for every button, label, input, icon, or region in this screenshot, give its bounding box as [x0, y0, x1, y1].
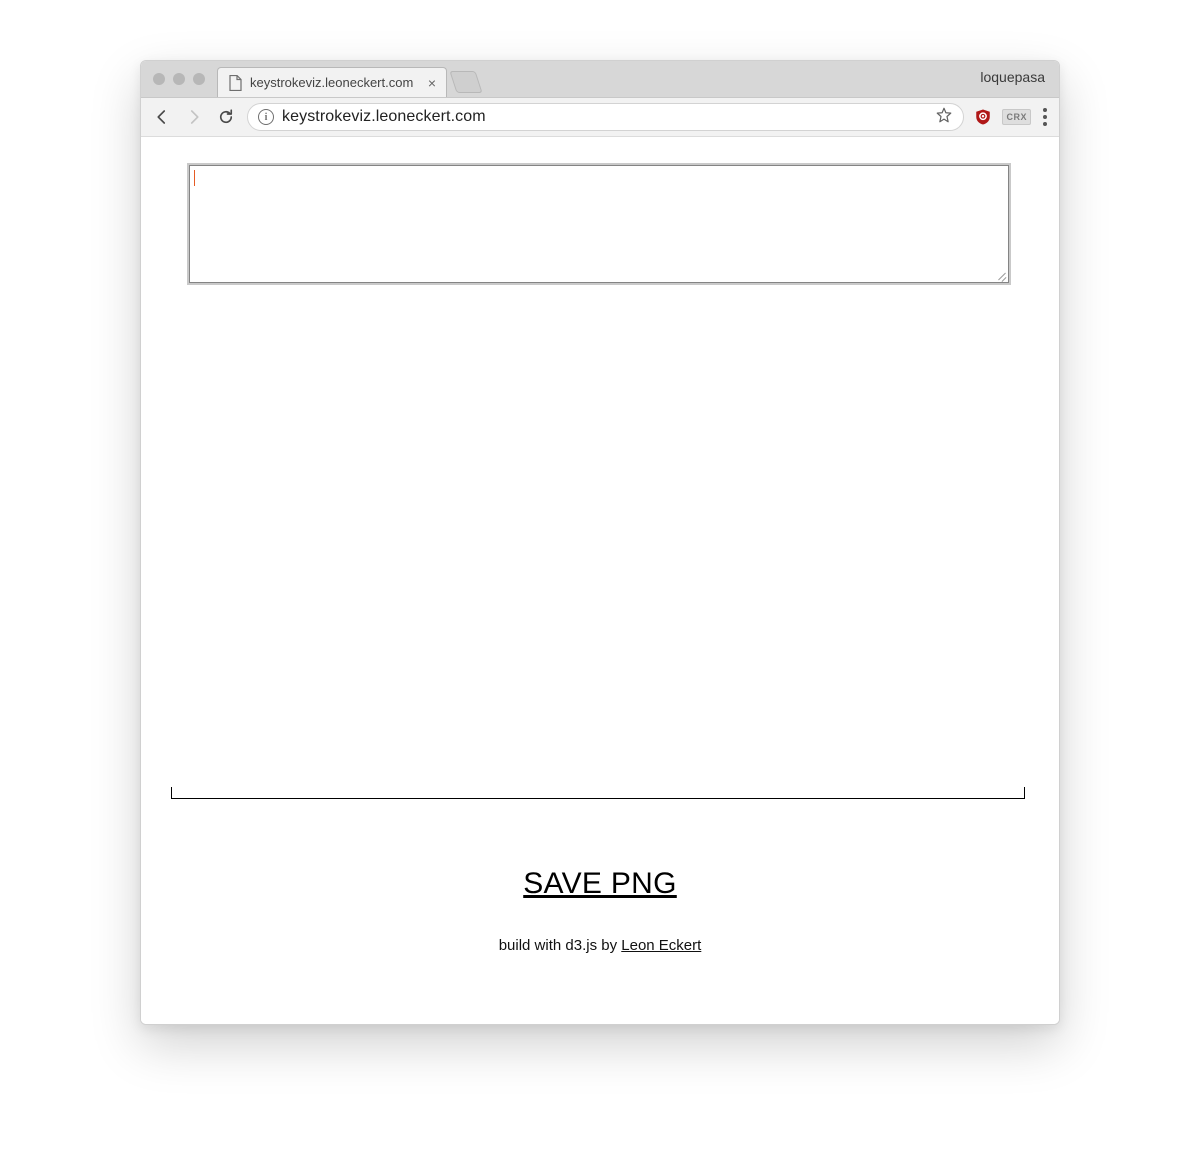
window-controls: [149, 61, 217, 97]
omnibox[interactable]: i keystrokeviz.leoneckert.com: [247, 103, 964, 131]
profile-name[interactable]: loquepasa: [980, 69, 1045, 85]
browser-menu-icon[interactable]: [1041, 108, 1049, 126]
back-button[interactable]: [151, 106, 173, 128]
page-viewport: SAVE PNG build with d3.js by Leon Eckert: [141, 137, 1059, 1024]
bookmark-star-icon[interactable]: [935, 106, 953, 129]
window-close-dot[interactable]: [153, 73, 165, 85]
window-zoom-dot[interactable]: [193, 73, 205, 85]
credit-line: build with d3.js by Leon Eckert: [141, 937, 1059, 954]
tab-strip: keystrokeviz.leoneckert.com × loquepasa: [141, 61, 1059, 97]
textarea-resize-grip-icon[interactable]: [996, 270, 1006, 280]
browser-tab[interactable]: keystrokeviz.leoneckert.com ×: [217, 67, 447, 97]
new-tab-button[interactable]: [449, 71, 482, 93]
credit-prefix: build with d3.js by: [499, 937, 622, 954]
url-text: keystrokeviz.leoneckert.com: [282, 108, 486, 126]
window-minimize-dot[interactable]: [173, 73, 185, 85]
keystroke-textarea[interactable]: [190, 166, 1008, 282]
site-info-icon[interactable]: i: [258, 109, 274, 125]
reload-button[interactable]: [215, 106, 237, 128]
browser-window: keystrokeviz.leoneckert.com × loquepasa …: [140, 60, 1060, 1025]
keystroke-textarea-container: [189, 165, 1009, 283]
page-icon: [228, 75, 242, 91]
text-caret: [194, 170, 195, 186]
crx-extension-badge[interactable]: CRX: [1002, 109, 1031, 125]
save-png-link[interactable]: SAVE PNG: [141, 867, 1059, 901]
credit-author-link[interactable]: Leon Eckert: [621, 937, 701, 954]
tab-close-icon[interactable]: ×: [428, 76, 436, 90]
tab-title: keystrokeviz.leoneckert.com: [250, 75, 420, 90]
forward-button[interactable]: [183, 106, 205, 128]
toolbar: i keystrokeviz.leoneckert.com CRX: [141, 97, 1059, 137]
ublock-icon[interactable]: [974, 108, 992, 126]
visualization-axis: [171, 787, 1025, 799]
omnibox-right: [935, 106, 953, 129]
